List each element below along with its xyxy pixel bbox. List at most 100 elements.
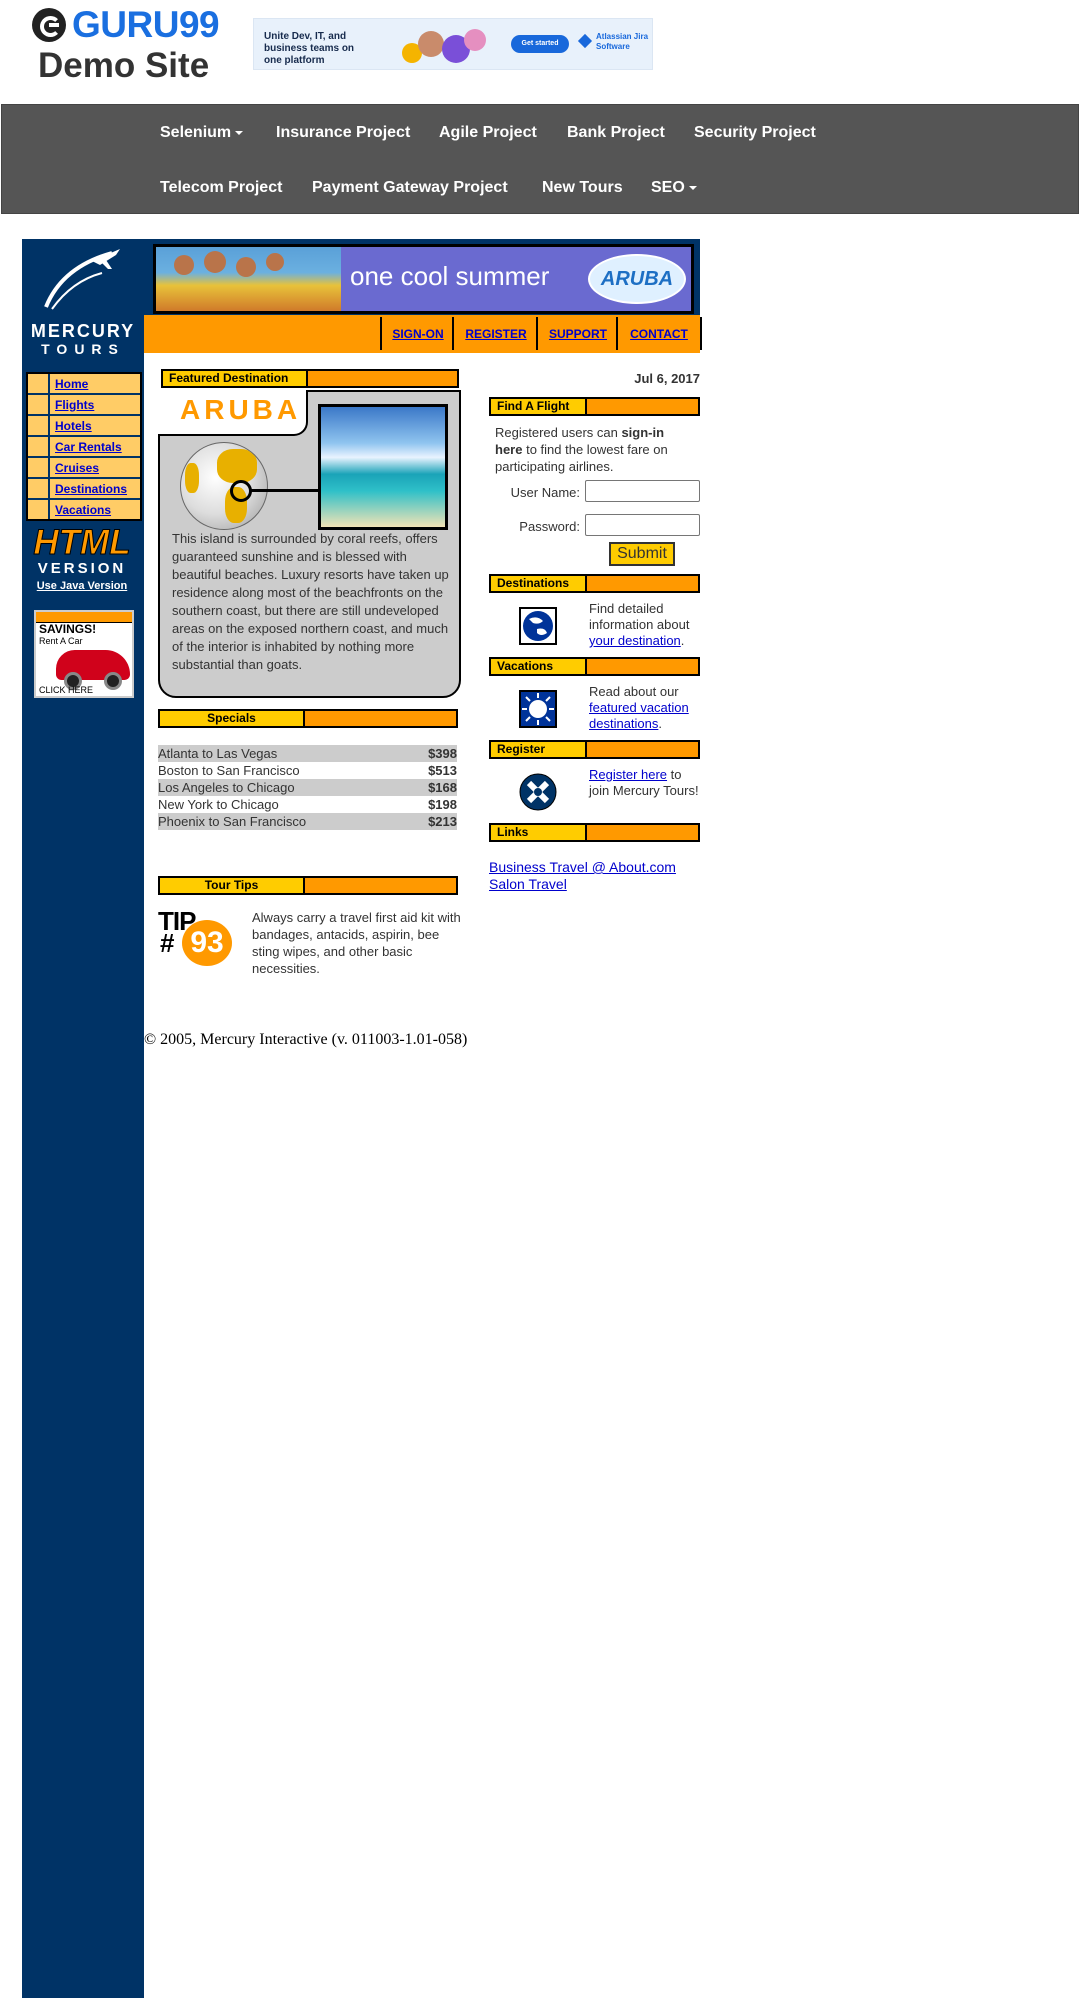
specials-label: Specials (160, 711, 305, 726)
sidebar-link-cruises[interactable]: Cruises (55, 461, 99, 475)
savings-rent-a-car-ad[interactable]: SAVINGS! Rent A Car CLICK HERE (34, 610, 134, 698)
username-row: User Name: (489, 480, 700, 504)
table-row: Los Angeles to Chicago $168 (158, 779, 457, 796)
vacations-box: Read about our featured vacation destina… (489, 684, 700, 734)
table-row: Boston to San Francisco $513 (158, 762, 457, 779)
guru99-logo[interactable]: GURU99 Demo Site (32, 4, 224, 86)
nav-telecom-project[interactable]: Telecom Project (160, 179, 282, 197)
ad-people-illustration (402, 25, 492, 65)
sidebar-link-flights[interactable]: Flights (55, 398, 94, 412)
submit-button[interactable]: Submit (609, 542, 675, 566)
logo-subtitle: Demo Site (38, 46, 210, 85)
special-route: Atlanta to Las Vegas (158, 746, 278, 761)
bullet-square (28, 374, 50, 393)
nav-payment-gateway-project[interactable]: Payment Gateway Project (312, 179, 508, 197)
top-link-cell: SIGN-ON (380, 317, 454, 350)
username-label: User Name: (510, 485, 580, 500)
username-input[interactable] (585, 480, 700, 502)
featured-vacation-destinations-link[interactable]: featured vacation destinations (589, 700, 689, 731)
aruba-banner[interactable]: one cool summer ARUBA (153, 244, 694, 314)
password-input[interactable] (585, 514, 700, 536)
sidebar-item-home: Home (28, 374, 140, 395)
nav-agile-project[interactable]: Agile Project (439, 124, 537, 142)
destinations-box: Find detailed information about your des… (489, 601, 700, 651)
nav-security-project[interactable]: Security Project (694, 124, 816, 142)
sidebar-item-destinations: Destinations (28, 479, 140, 500)
brand-sub: TOURS (41, 341, 125, 357)
mercury-tours-logo[interactable]: MERCURY TOURS (28, 243, 138, 359)
login-intro: Registered users can sign-in here to fin… (495, 425, 668, 474)
jira-ad-banner[interactable]: Unite Dev, IT, and business teams on one… (253, 18, 653, 70)
sidebar-link-car-rentals[interactable]: Car Rentals (55, 440, 122, 454)
tip-hash: # (160, 928, 175, 958)
featured-destination-header: Featured Destination (161, 369, 459, 388)
featured-destination-panel: ARUBA This island is surrounded by coral… (158, 390, 461, 698)
nav-seo[interactable]: SEO (651, 179, 697, 197)
ad-headline: Unite Dev, IT, and business teams on one… (264, 31, 355, 66)
salon-travel-link[interactable]: Salon Travel (489, 876, 676, 893)
bullet-square (28, 416, 50, 435)
nav-bank-project[interactable]: Bank Project (567, 124, 665, 142)
current-date: Jul 6, 2017 (634, 371, 700, 386)
register-here-link[interactable]: Register here (589, 767, 667, 782)
nav-selenium[interactable]: Selenium (160, 124, 244, 142)
brand-name: MERCURY (30, 321, 136, 341)
featured-description: This island is surrounded by coral reefs… (172, 531, 449, 672)
register-link[interactable]: REGISTER (465, 327, 526, 341)
savings-subtitle: Rent A Car (39, 636, 83, 646)
password-row: Password: (489, 514, 700, 538)
password-label: Password: (519, 519, 580, 534)
sidebar-link-home[interactable]: Home (55, 377, 88, 391)
destinations-header: Destinations (489, 574, 700, 593)
business-travel-link[interactable]: Business Travel @ About.com (489, 859, 676, 876)
sidebar-link-hotels[interactable]: Hotels (55, 419, 92, 433)
contact-link[interactable]: CONTACT (630, 327, 688, 341)
guru99-logo-icon (32, 8, 66, 42)
top-links-bar: SIGN-ON REGISTER SUPPORT CONTACT (144, 315, 702, 353)
html-version-sub: VERSION (37, 560, 127, 577)
table-row: Phoenix to San Francisco $213 (158, 813, 457, 830)
bullet-square (28, 500, 50, 519)
ad-get-started-button[interactable]: Get started (511, 35, 569, 53)
sidebar-link-destinations[interactable]: Destinations (55, 482, 127, 496)
special-route: Boston to San Francisco (158, 763, 300, 778)
sidebar-link-vacations[interactable]: Vacations (55, 503, 111, 517)
tip-93-icon: 93 TIP # (158, 906, 240, 966)
sidebar-menu: Home Flights Hotels Car Rentals Cruises … (26, 372, 142, 521)
aruba-badge: ARUBA (588, 254, 686, 304)
sidebar-item-flights: Flights (28, 395, 140, 416)
vacations-label: Vacations (491, 659, 587, 674)
logo-text: GURU99 (72, 4, 220, 45)
sign-on-link[interactable]: SIGN-ON (392, 327, 443, 341)
register-x-icon (519, 773, 557, 811)
your-destination-link[interactable]: your destination (589, 633, 681, 648)
bullet-square (28, 479, 50, 498)
globe-destinations-icon (519, 607, 557, 645)
specials-header: Specials (158, 709, 458, 728)
use-java-version-link[interactable]: Use Java Version (32, 580, 132, 592)
tour-tip-text: Always carry a travel first aid kit with… (252, 910, 461, 976)
sidebar-item-vacations: Vacations (28, 500, 140, 519)
find-a-flight-label: Find A Flight (491, 399, 587, 414)
nav-insurance-project[interactable]: Insurance Project (276, 124, 410, 142)
special-route: New York to Chicago (158, 797, 279, 812)
wheel-icon (104, 672, 122, 690)
vacations-text: Read about our featured vacation destina… (589, 684, 689, 731)
links-list: Business Travel @ About.com Salon Travel (489, 859, 676, 893)
specials-table: Atlanta to Las Vegas $398 Boston to San F… (158, 745, 457, 830)
nav-new-tours[interactable]: New Tours (542, 179, 623, 197)
special-price: $398 (428, 746, 457, 761)
special-price: $168 (428, 780, 457, 795)
tour-tips-label: Tour Tips (160, 878, 305, 893)
special-price: $198 (428, 797, 457, 812)
globe-icon (180, 442, 268, 530)
destinations-label: Destinations (491, 576, 587, 591)
caret-down-icon (235, 130, 244, 135)
mercury-sidebar: MERCURY TOURS Home Flights Hotels Car Re… (22, 239, 144, 1998)
sidebar-item-cruises: Cruises (28, 458, 140, 479)
register-text: Register here to join Mercury Tours! (589, 767, 699, 798)
top-link-cell: SUPPORT (536, 317, 618, 350)
support-link[interactable]: SUPPORT (549, 327, 607, 341)
sun-icon (519, 690, 557, 728)
banner-photo (156, 247, 341, 311)
